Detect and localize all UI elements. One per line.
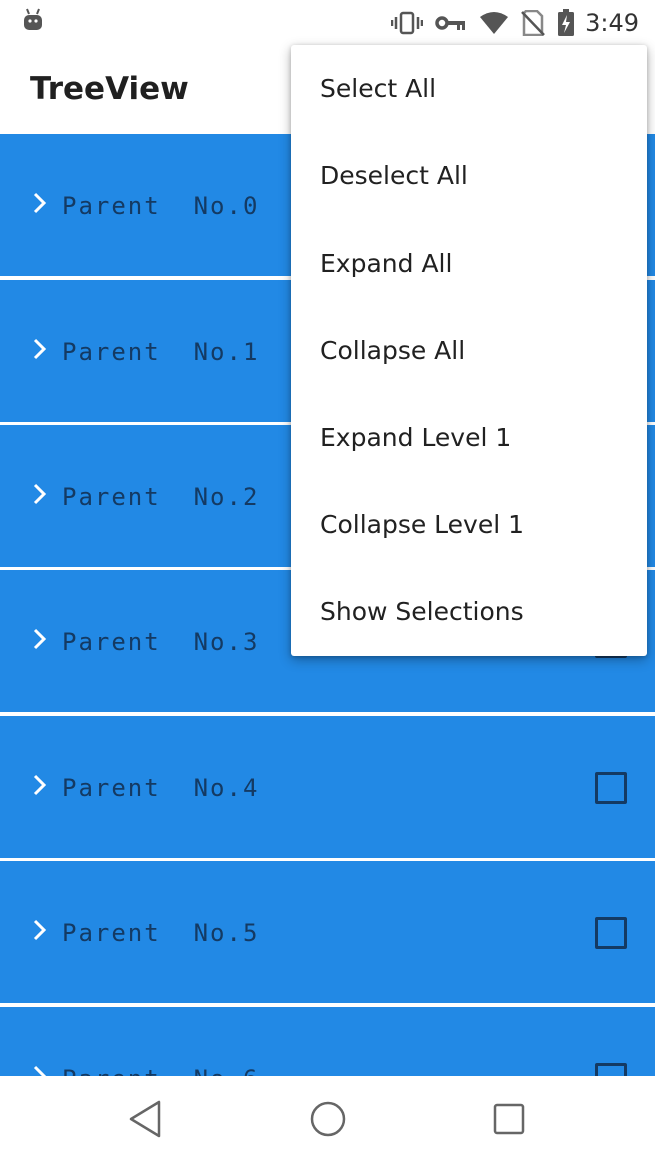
vibrate-icon [391,11,424,35]
battery-charging-icon [557,8,575,37]
row-checkbox[interactable] [595,1063,627,1076]
menu-item-expand-all[interactable]: Expand All [291,220,647,307]
back-icon[interactable] [128,1100,162,1143]
tree-row-4[interactable]: Parent No.4 [0,716,655,858]
screen: 3:49 TreeView Parent No.0 Parent No.1 Pa… [0,0,655,1163]
wifi-icon [479,11,509,35]
menu-item-select-all[interactable]: Select All [291,45,647,132]
recents-icon[interactable] [492,1100,526,1143]
tree-row-6[interactable]: Parent No.6 [0,1007,655,1076]
chevron-right-icon[interactable] [32,774,48,801]
status-clock: 3:49 [585,8,639,37]
chevron-right-icon[interactable] [32,1065,48,1076]
tree-row-label: Parent No.2 [62,483,260,511]
status-icons: 3:49 [391,0,655,45]
android-debug-icon [22,8,44,37]
overflow-menu: Select All Deselect All Expand All Colla… [291,45,647,656]
navigation-bar [0,1076,655,1163]
row-checkbox[interactable] [595,772,627,804]
vpn-key-icon [435,14,467,32]
tree-row-label: Parent No.3 [62,628,260,656]
chevron-right-icon[interactable] [32,919,48,946]
row-checkbox[interactable] [595,917,627,949]
menu-item-show-selections[interactable]: Show Selections [291,568,647,655]
chevron-right-icon[interactable] [32,483,48,510]
tree-row-label: Parent No.1 [62,338,260,366]
menu-item-expand-level-1[interactable]: Expand Level 1 [291,394,647,481]
chevron-right-icon[interactable] [32,628,48,655]
app-title: TreeView [30,71,189,107]
tree-row-label: Parent No.6 [62,1065,259,1076]
tree-row-5[interactable]: Parent No.5 [0,861,655,1003]
chevron-right-icon[interactable] [32,192,48,219]
tree-row-label: Parent No.0 [62,192,260,220]
tree-row-label: Parent No.4 [62,774,260,802]
home-icon[interactable] [309,1100,347,1143]
menu-item-deselect-all[interactable]: Deselect All [291,132,647,219]
status-bar: 3:49 [0,0,655,45]
menu-item-collapse-level-1[interactable]: Collapse Level 1 [291,481,647,568]
menu-item-collapse-all[interactable]: Collapse All [291,307,647,394]
chevron-right-icon[interactable] [32,338,48,365]
no-sim-icon [521,9,545,36]
tree-row-label: Parent No.5 [62,919,260,947]
